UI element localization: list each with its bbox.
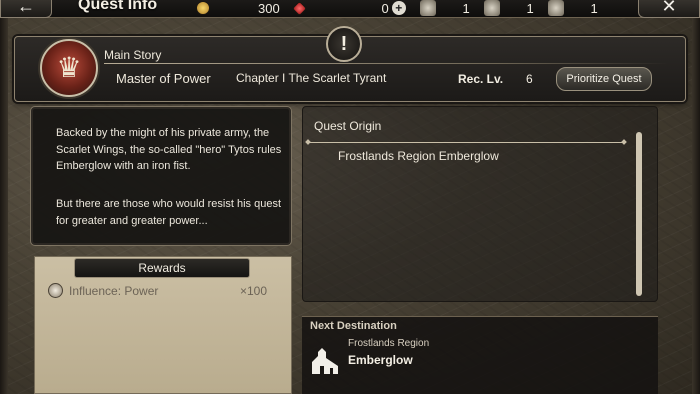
chapter-title: Chapter I The Scarlet Tyrant: [236, 71, 387, 85]
gem-counter: 0: [291, 0, 389, 16]
rank-value-3: 1: [590, 0, 598, 16]
town-icon: [312, 348, 338, 374]
scroll-thumb[interactable]: [636, 132, 642, 296]
rank-value-2: 1: [526, 0, 534, 16]
rank-icon: [419, 0, 436, 16]
rank-counter-3: 1: [547, 0, 598, 16]
prioritize-quest-button[interactable]: Prioritize Quest: [556, 67, 652, 91]
coin-icon: [196, 1, 210, 15]
quest-origin-title: Quest Origin: [314, 119, 382, 133]
story-category: Main Story: [104, 48, 162, 62]
rank-icon: [483, 0, 500, 16]
arrow-left-icon: ←: [17, 0, 35, 16]
scrollbar[interactable]: [636, 132, 642, 296]
rank-icon: [547, 0, 564, 16]
back-button[interactable]: ←: [0, 0, 52, 18]
quest-origin-location[interactable]: Frostlands Region Emberglow: [338, 149, 499, 163]
close-button[interactable]: ✕: [638, 0, 700, 18]
coin-amount: 300: [258, 0, 280, 16]
rank-counter-2: 1: [483, 0, 534, 16]
crown-emblem-icon: [40, 39, 98, 97]
screen-title: Quest Info: [78, 0, 158, 13]
quest-name: Master of Power: [116, 71, 211, 86]
rec-level-label: Rec. Lv.: [458, 72, 504, 86]
currency-strip: 300 0 + 1 1 1: [188, 0, 628, 16]
rank-counter-1: 1: [419, 0, 470, 16]
rewards-title: Rewards: [74, 258, 250, 278]
gem-amount: 0: [381, 0, 389, 16]
quest-origin-panel: [302, 106, 658, 302]
add-currency-button[interactable]: +: [391, 1, 406, 15]
frame-left: [0, 18, 8, 394]
rec-level-value: 6: [526, 72, 533, 86]
frame-right: [692, 18, 700, 394]
reward-quantity: ×100: [240, 284, 268, 298]
next-destination-region: Frostlands Region: [348, 338, 430, 349]
influence-icon: [48, 283, 63, 298]
next-destination-title: Next Destination: [310, 320, 397, 332]
alert-icon: !: [326, 26, 362, 62]
gem-icon: [291, 0, 307, 16]
description-paragraph-1: Backed by the might of his private army,…: [56, 127, 282, 172]
next-destination-town: Emberglow: [348, 353, 413, 367]
coin-counter: 300: [196, 1, 280, 16]
description-paragraph-2: But there are those who would resist his…: [56, 198, 282, 227]
close-icon: ✕: [661, 0, 677, 16]
divider: [104, 63, 668, 64]
divider: [308, 142, 624, 143]
rank-value-1: 1: [462, 0, 470, 16]
reward-name: Influence: Power: [69, 284, 159, 298]
